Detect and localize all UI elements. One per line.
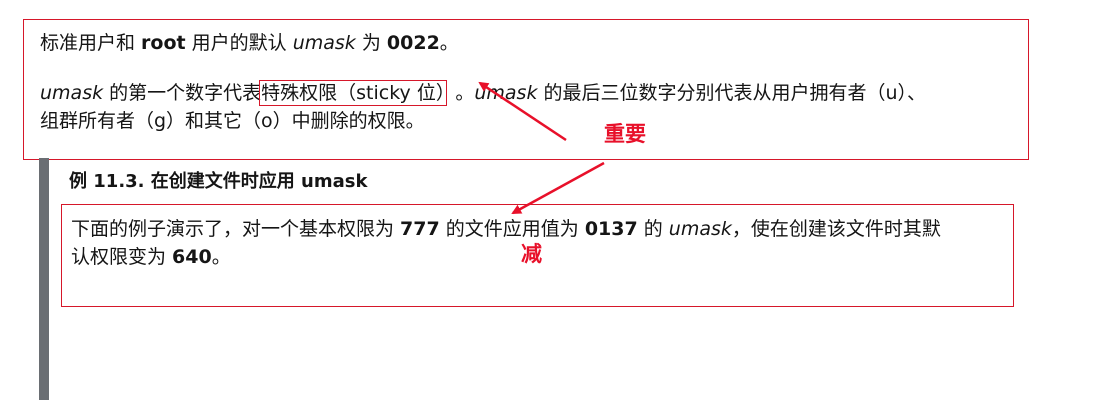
arrow-to-example [511,161,605,215]
arrow-to-sticky-bit [478,81,567,142]
annotation-arrows [478,81,605,215]
